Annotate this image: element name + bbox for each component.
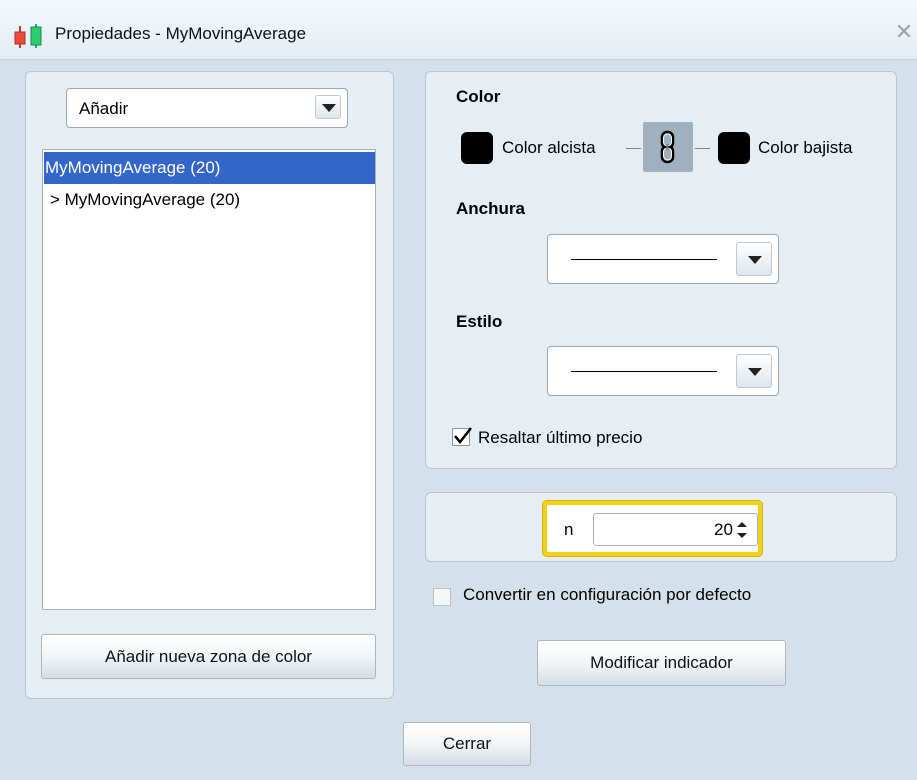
line-width-sample bbox=[571, 259, 717, 260]
n-parameter-field: n 20 bbox=[543, 501, 762, 556]
chevron-down-icon bbox=[322, 104, 336, 112]
down-color-label: Color bajista bbox=[758, 138, 853, 157]
line-style-select[interactable] bbox=[547, 346, 779, 396]
chevron-down-icon bbox=[748, 368, 762, 376]
divider bbox=[626, 148, 641, 149]
divider bbox=[695, 148, 710, 149]
add-color-zone-button[interactable]: Añadir nueva zona de color bbox=[41, 634, 376, 679]
properties-dialog: Propiedades - MyMovingAverage ✕ Añadir M… bbox=[0, 0, 917, 780]
close-button[interactable]: Cerrar bbox=[403, 722, 531, 766]
line-style-sample bbox=[571, 371, 717, 372]
chain-link-icon bbox=[660, 130, 675, 164]
chevron-down-icon bbox=[748, 256, 762, 264]
spinner-arrows-icon[interactable] bbox=[734, 519, 750, 541]
highlight-last-price-checkbox[interactable] bbox=[452, 427, 472, 446]
link-colors-button[interactable] bbox=[643, 122, 693, 172]
default-config-checkbox[interactable] bbox=[433, 588, 451, 606]
candlestick-icon bbox=[14, 24, 42, 48]
down-color-swatch[interactable] bbox=[718, 132, 750, 164]
n-parameter-label: n bbox=[564, 520, 574, 539]
checkmark-icon bbox=[454, 427, 472, 444]
n-value: 20 bbox=[714, 520, 733, 539]
add-combo-dropdown-button[interactable] bbox=[315, 95, 341, 119]
width-heading: Anchura bbox=[456, 199, 525, 218]
indicator-list[interactable]: MyMovingAverage (20) > MyMovingAverage (… bbox=[42, 149, 376, 610]
add-combo[interactable]: Añadir bbox=[66, 88, 348, 128]
style-heading: Estilo bbox=[456, 312, 503, 331]
add-combo-value: Añadir bbox=[79, 99, 129, 118]
modify-indicator-button[interactable]: Modificar indicador bbox=[537, 640, 786, 686]
color-heading: Color bbox=[456, 87, 501, 106]
list-item[interactable]: > MyMovingAverage (20) bbox=[50, 190, 240, 210]
n-spinner[interactable]: 20 bbox=[593, 513, 758, 546]
line-style-dropdown-button[interactable] bbox=[736, 354, 772, 388]
line-width-select[interactable] bbox=[547, 234, 779, 284]
list-item[interactable]: MyMovingAverage (20) bbox=[44, 152, 375, 184]
close-icon[interactable]: ✕ bbox=[893, 21, 915, 44]
highlight-last-price-label: Resaltar último precio bbox=[478, 428, 643, 447]
window-title: Propiedades - MyMovingAverage bbox=[55, 24, 307, 43]
title-bar: Propiedades - MyMovingAverage ✕ bbox=[0, 0, 917, 60]
line-width-dropdown-button[interactable] bbox=[736, 242, 772, 276]
default-config-label: Convertir en configuración por defecto bbox=[463, 585, 752, 604]
up-color-swatch[interactable] bbox=[461, 132, 493, 164]
up-color-label: Color alcista bbox=[502, 138, 596, 157]
